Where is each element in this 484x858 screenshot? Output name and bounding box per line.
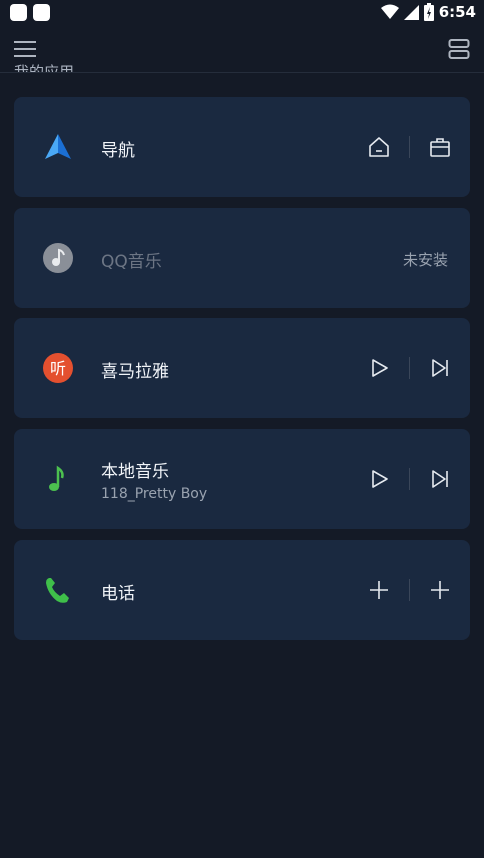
status-bar: 6:54 <box>0 0 484 26</box>
briefcase-icon[interactable] <box>428 135 452 159</box>
play-icon[interactable] <box>367 467 391 491</box>
app-name: 本地音乐 <box>101 462 169 482</box>
wifi-icon <box>380 4 399 19</box>
plus-icon[interactable] <box>428 578 452 602</box>
app-card-local-music[interactable]: 本地音乐 118_Pretty Boy <box>14 429 470 529</box>
play-icon[interactable] <box>367 356 391 380</box>
divider <box>409 357 410 379</box>
ximalaya-icon-label: 听 <box>50 359 66 378</box>
navigation-arrow-icon <box>45 134 71 159</box>
layout-toggle-icon[interactable] <box>448 38 470 60</box>
notification-icon <box>10 4 27 21</box>
app-name: 电话 <box>101 584 135 604</box>
menu-icon[interactable] <box>14 39 36 59</box>
battery-icon <box>423 3 434 21</box>
app-card-phone[interactable]: 电话 <box>14 540 470 640</box>
install-status: 未安装 <box>402 251 448 269</box>
home-icon[interactable] <box>367 135 391 159</box>
section-title: 我的应用 <box>14 63 75 72</box>
notification-icon <box>33 4 50 21</box>
plus-icon[interactable] <box>367 578 391 602</box>
track-title: 118_Pretty Boy <box>101 486 208 502</box>
phone-icon <box>46 578 69 603</box>
divider <box>409 579 410 601</box>
next-track-icon[interactable] <box>428 356 452 380</box>
ximalaya-icon: 听 <box>43 353 73 383</box>
clock: 6:54 <box>438 3 476 21</box>
app-name: QQ音乐 <box>101 252 162 272</box>
divider <box>409 468 410 490</box>
app-name: 导航 <box>101 141 135 161</box>
signal-icon <box>403 5 419 20</box>
divider <box>409 136 410 158</box>
qq-music-icon <box>43 243 73 273</box>
app-name: 喜马拉雅 <box>101 362 169 382</box>
app-card-ximalaya[interactable]: 听 喜马拉雅 <box>14 318 470 418</box>
app-card-qq-music[interactable]: QQ音乐 未安装 <box>14 208 470 308</box>
next-track-icon[interactable] <box>428 467 452 491</box>
app-card-navigation[interactable]: 导航 <box>14 97 470 197</box>
music-note-icon <box>49 465 64 491</box>
